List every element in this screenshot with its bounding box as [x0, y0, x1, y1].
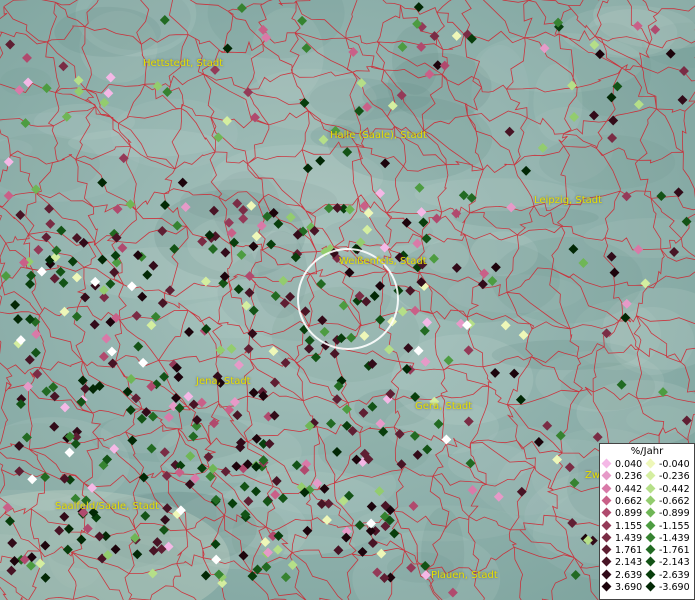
- legend-entry-positive: 1.439: [601, 532, 643, 545]
- legend-entry-positive: 3.690: [601, 581, 643, 594]
- terrain-patch: [491, 237, 643, 324]
- terrain-patch: [54, 6, 161, 57]
- legend-value: -1.439: [659, 532, 690, 544]
- legend-value: -2.143: [659, 557, 690, 569]
- legend-swatch: [601, 544, 612, 555]
- terrain-patch: [212, 171, 281, 243]
- legend-entry-negative: -0.662: [645, 495, 690, 508]
- legend-value: 3.690: [615, 582, 643, 593]
- legend-swatch: [601, 507, 612, 518]
- legend-entry-negative: -0.899: [645, 507, 690, 520]
- legend-swatch: [601, 483, 612, 494]
- legend-value: 1.761: [615, 545, 643, 557]
- legend-value: 2.143: [615, 557, 643, 569]
- legend-value: 1.155: [615, 520, 643, 532]
- city-label-weissenfels: Weißenfels, Stadt: [339, 256, 427, 267]
- legend-value: -0.040: [659, 459, 690, 470]
- city-label-halle: Halle (Saale), Stadt: [330, 130, 427, 141]
- terrain-patch: [469, 426, 579, 516]
- legend-swatch: [601, 470, 612, 481]
- legend-entry-negative: -1.761: [645, 544, 690, 557]
- city-label-leipzig: Leipzig, Stadt: [534, 195, 603, 206]
- legend-swatch: [601, 495, 612, 506]
- legend-entry-positive: 2.143: [601, 556, 643, 569]
- legend-entry-negative: -0.040: [645, 458, 690, 471]
- terrain-patch: [424, 239, 470, 274]
- legend-swatch: [645, 458, 656, 469]
- legend-value: 0.442: [615, 483, 643, 495]
- legend-entry-positive: 1.155: [601, 520, 643, 533]
- legend-swatch: [601, 458, 612, 469]
- legend-value: 0.040: [615, 459, 643, 470]
- legend-swatch: [645, 483, 656, 494]
- city-label-hettstedt: Hettstedt, Stadt: [143, 58, 224, 69]
- legend-entry-positive: 0.662: [601, 495, 643, 508]
- legend-value: -0.899: [659, 508, 690, 520]
- legend-entry-positive: 0.442: [601, 483, 643, 496]
- legend-value: -1.761: [659, 545, 690, 557]
- legend-value: 1.439: [615, 532, 643, 544]
- legend-entry-positive: 0.899: [601, 507, 643, 520]
- legend-swatch: [601, 532, 612, 543]
- city-label-saalfeld: Saalfeld/Saale, Stadt: [55, 501, 160, 512]
- legend-swatch: [645, 495, 656, 506]
- city-label-jena: Jena, Stadt: [196, 376, 251, 387]
- legend-value: 2.639: [615, 569, 643, 581]
- legend-entry-positive: 2.639: [601, 569, 643, 582]
- legend-swatch: [645, 569, 656, 580]
- legend-swatch: [645, 556, 656, 567]
- legend-entry-negative: -1.439: [645, 532, 690, 545]
- legend-value: 0.662: [615, 495, 643, 507]
- city-label-plauen: Plauen, Stadt: [431, 570, 498, 581]
- legend-value: -3.690: [659, 582, 690, 593]
- legend-value: -2.639: [659, 569, 690, 581]
- legend-entry-negative: -0.236: [645, 470, 690, 483]
- legend-swatch: [645, 507, 656, 518]
- legend-swatch: [645, 520, 656, 530]
- legend-swatch: [601, 569, 612, 580]
- city-label-gera: Gera, Stadt: [415, 401, 473, 412]
- legend-entry-positive: 0.236: [601, 470, 643, 483]
- terrain-patch: [533, 63, 583, 142]
- legend-swatch: [645, 581, 656, 592]
- legend-value: -0.662: [659, 495, 690, 507]
- legend-title: %/Jahr: [630, 446, 664, 457]
- legend-swatch: [645, 532, 656, 543]
- legend-value: 0.899: [615, 508, 643, 520]
- legend-entry-positive: 0.040: [601, 458, 643, 471]
- legend-entry-positive: 1.761: [601, 544, 643, 557]
- legend-swatch: [601, 581, 612, 592]
- terrain-patch: [471, 44, 529, 141]
- terrain-patch: [626, 405, 691, 435]
- terrain-patch: [539, 134, 676, 190]
- legend-entry-negative: -3.690: [645, 581, 690, 594]
- legend: %/Jahr 0.040 -0.040 0.236 -0.236 0.442 -0.442…: [599, 443, 695, 600]
- legend-swatch: [601, 520, 612, 530]
- legend-entry-negative: -0.442: [645, 483, 690, 496]
- legend-swatch: [601, 556, 612, 567]
- legend-entry-negative: -2.143: [645, 556, 690, 569]
- city-label-zwickau: Zw: [585, 470, 601, 481]
- legend-value: 0.236: [615, 471, 643, 483]
- legend-swatch: [645, 470, 656, 481]
- legend-entry-negative: -1.155: [645, 520, 690, 533]
- legend-swatch: [645, 544, 656, 555]
- legend-value: -0.236: [659, 471, 690, 483]
- legend-value: -0.442: [659, 483, 690, 495]
- legend-entry-negative: -2.639: [645, 569, 690, 582]
- legend-value: -1.155: [659, 520, 690, 532]
